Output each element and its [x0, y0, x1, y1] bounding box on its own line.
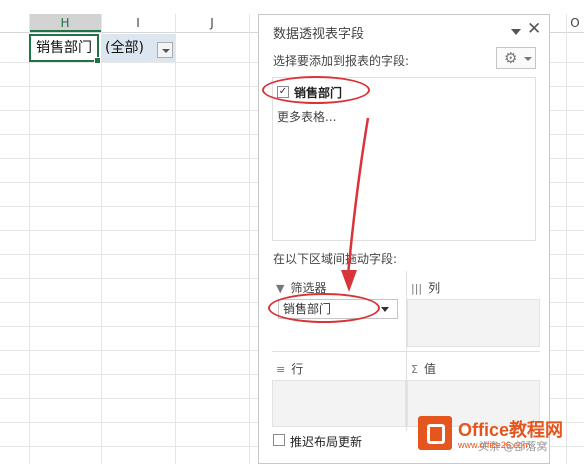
close-icon[interactable]: ✕ [527, 20, 541, 38]
filter-icon: ▼ [276, 282, 285, 295]
column-header-o[interactable]: O [566, 14, 584, 32]
columns-drop-area[interactable] [407, 299, 540, 347]
column-header-j[interactable]: J [175, 14, 250, 32]
cell-h1-text: 销售部门 [36, 40, 92, 56]
gridline [566, 14, 567, 464]
chevron-down-icon[interactable] [381, 307, 389, 312]
rows-zone[interactable]: ≡ 行 [272, 351, 406, 431]
columns-zone-label: 列 [428, 281, 441, 295]
values-zone-title: Σ值 [411, 360, 436, 377]
tools-button[interactable]: ⚙ [496, 47, 536, 69]
rows-icon: ≡ [276, 363, 286, 376]
watermark-url: www.office26.com [458, 440, 531, 450]
callout-ellipse-field [262, 76, 370, 104]
pane-title: 数据透视表字段 [273, 27, 365, 42]
office-logo-icon [418, 416, 452, 450]
rows-drop-area[interactable] [272, 380, 406, 427]
areas-label: 在以下区域间拖动字段: [273, 252, 398, 266]
defer-checkbox[interactable] [273, 434, 285, 446]
gridline [101, 14, 102, 464]
defer-label: 推迟布局更新 [290, 435, 363, 449]
choose-fields-label: 选择要添加到报表的字段: [273, 54, 410, 68]
gridline [249, 14, 250, 464]
gridline [29, 14, 30, 464]
column-header-h[interactable]: H [29, 14, 102, 32]
sigma-icon: Σ [411, 363, 418, 376]
rows-zone-label: 行 [291, 362, 304, 376]
column-header-i[interactable]: I [101, 14, 176, 32]
gridline [175, 14, 176, 464]
watermark: Office教程网 头条 @部落窝 www.office26.com [418, 410, 584, 460]
fill-handle[interactable] [94, 57, 101, 64]
rows-zone-title: ≡ 行 [276, 360, 303, 377]
columns-zone-title: ||| 列 [411, 279, 440, 296]
columns-zone[interactable]: ||| 列 [406, 271, 540, 351]
pane-options-chevron-icon[interactable] [511, 29, 521, 35]
more-tables-link[interactable]: 更多表格... [277, 108, 336, 125]
values-zone-label: 值 [423, 362, 436, 376]
callout-ellipse-filter [268, 293, 380, 323]
cell-h1-selected[interactable]: 销售部门 [29, 34, 101, 64]
columns-icon: ||| [411, 282, 423, 295]
gear-icon: ⚙ [504, 49, 518, 67]
chevron-down-icon [524, 57, 532, 61]
filter-dropdown-button[interactable] [157, 42, 173, 58]
